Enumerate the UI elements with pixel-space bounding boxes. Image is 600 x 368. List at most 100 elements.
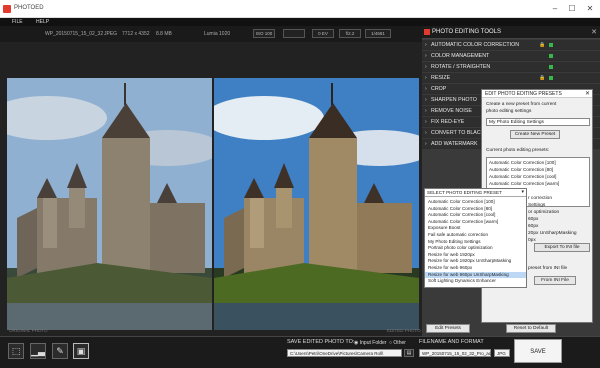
original-photo[interactable]	[7, 78, 212, 330]
preset-dropdown[interactable]: SELECT PHOTO EDITING PRESET ▾ Automatic …	[424, 188, 527, 288]
menu-file[interactable]: FILE	[12, 19, 23, 25]
import-ini-button[interactable]: From INI File	[534, 276, 576, 285]
info-shutter: 1/4681	[365, 29, 391, 38]
dropdown-option[interactable]: My Photo Editing Settings	[425, 239, 526, 245]
tool-item-label: ROTATE / STRAIGHTEN	[431, 64, 491, 70]
export-ini-button[interactable]: Export To INI file	[534, 243, 590, 252]
preset-item[interactable]: Automatic Color Correction [cool]	[489, 174, 556, 179]
tool-item-label: SHARPEN PHOTO	[431, 97, 477, 103]
partial-line: Settings	[528, 203, 546, 208]
info-filename: WP_20150715_15_02_32	[45, 31, 104, 37]
tool-item-label: ADD WATERMARK	[431, 141, 478, 147]
filename-input[interactable]: WP_20150715_15_02_32_Pro_ac	[419, 349, 491, 357]
preset-item[interactable]: Automatic Color Correction [80]	[489, 167, 553, 172]
tool-item[interactable]: › COLOR MANAGEMENT	[422, 51, 600, 61]
lock-icon: 🔒	[539, 75, 546, 81]
radio-input-folder[interactable]: ◉ Input Folder	[354, 340, 386, 346]
preset-dropdown-header-label: SELECT PHOTO EDITING PRESET	[427, 190, 502, 195]
chevron-right-icon: ›	[425, 64, 427, 70]
dialog-close-icon[interactable]: ✕	[585, 90, 590, 97]
preset-name-input[interactable]: My Photo Editing Settings	[486, 118, 590, 126]
chevron-right-icon: ›	[425, 53, 427, 59]
edit-presets-button[interactable]: Edit Presets	[426, 324, 470, 333]
tool-item-label: CROP	[431, 86, 447, 92]
dropdown-option[interactable]: Fail safe automatic correction	[425, 232, 526, 238]
tool-item-label: RESIZE	[431, 75, 451, 81]
info-camera: Lumia 1020	[204, 31, 231, 37]
save-to-label: SAVE EDITED PHOTO TO:	[287, 339, 355, 345]
close-button[interactable]: ✕	[583, 3, 597, 15]
tool-item[interactable]: › ROTATE / STRAIGHTEN	[422, 62, 600, 72]
dropdown-option[interactable]: Resize for web 960px	[425, 265, 526, 271]
chevron-right-icon: ›	[425, 86, 427, 92]
dropdown-option[interactable]: Resize for web 1920px UnSharpMasking	[425, 258, 526, 264]
info-aperture: f/2.2	[339, 29, 361, 38]
radio-other[interactable]: ○ Other	[389, 340, 406, 346]
preset-dropdown-header[interactable]: SELECT PHOTO EDITING PRESET ▾	[425, 189, 526, 197]
reset-default-button[interactable]: Reset to Default	[506, 324, 556, 333]
edited-photo-label: EDITED PHOTO	[387, 328, 421, 333]
photo-info-bar: WP_20150715_15_02_32 JPEG 7712 x 4352 8.…	[0, 26, 422, 42]
dialog-header: EDIT PHOTO EDITING PRESETS ✕	[482, 90, 592, 98]
active-indicator	[549, 65, 553, 69]
dropdown-option[interactable]: Automatic Color Correction [cool]	[425, 212, 526, 218]
info-dimensions: 7712 x 4352	[122, 31, 150, 37]
import-text: preset from INI file	[528, 266, 568, 271]
output-path-input[interactable]: C:\Users\Petri\OneDrive\Pictures\Camera …	[287, 349, 402, 357]
dropdown-option[interactable]: Portrait photo color optimization	[425, 245, 526, 251]
dropdown-option[interactable]: Exposure Boost	[425, 225, 526, 231]
chevron-right-icon: ›	[425, 141, 427, 147]
partial-line: 60px	[528, 224, 539, 229]
dialog-current-label: Current photo editing presets:	[486, 148, 550, 153]
tools-panel-header: PHOTO EDITING TOOLS ✕	[422, 26, 600, 39]
lock-icon: 🔒	[539, 42, 546, 48]
save-button[interactable]: SAVE	[514, 339, 562, 363]
compare-view-icon[interactable]: ▣	[73, 343, 89, 359]
chevron-down-icon: ▾	[521, 189, 524, 195]
info-filesize: 8.8 MB	[156, 31, 172, 37]
chevron-right-icon: ›	[425, 75, 427, 81]
dialog-create-text-1: Create a new preset from current	[486, 102, 557, 107]
tools-panel-close-icon[interactable]: ✕	[591, 28, 597, 36]
partial-line: 60px	[528, 217, 539, 222]
title-bar: PHOTOED – ☐ ✕	[0, 0, 600, 18]
dropdown-option[interactable]: Automatic Color Correction [80]	[425, 206, 526, 212]
tool-item-label: AUTOMATIC COLOR CORRECTION	[431, 42, 520, 48]
photo-compare-area: ORIGINAL PHOTO EDITED PHOTO	[0, 42, 422, 336]
edited-photo[interactable]	[214, 78, 419, 330]
tool-item[interactable]: › RESIZE 🔒	[422, 73, 600, 83]
tool-item-label: COLOR MANAGEMENT	[431, 53, 490, 59]
crop-tool-icon[interactable]: ⬚	[8, 343, 24, 359]
window-title: PHOTOED	[14, 5, 44, 11]
dropdown-option[interactable]: Automatic Color Correction [warm]	[425, 219, 526, 225]
dropdown-option[interactable]: Resize for web 960px UnSharpMasking	[425, 271, 526, 278]
tool-item[interactable]: › AUTOMATIC COLOR CORRECTION 🔒	[422, 40, 600, 50]
radio-other-label: Other	[393, 340, 406, 346]
dropdown-option[interactable]: Resize for web 1920px	[425, 252, 526, 258]
pen-icon[interactable]: ✎	[52, 343, 68, 359]
chevron-right-icon: ›	[425, 108, 427, 114]
radio-input-folder-label: Input Folder	[359, 340, 387, 346]
dropdown-option[interactable]: Automatic Color Correction [100]	[425, 199, 526, 205]
tools-panel-title: PHOTO EDITING TOOLS	[432, 29, 502, 35]
preset-item[interactable]: Automatic Color Correction [warm]	[489, 181, 559, 186]
histogram-icon[interactable]: ▁▃	[30, 343, 46, 359]
maximize-button[interactable]: ☐	[565, 3, 579, 15]
filename-format-label: FILENAME AND FORMAT	[419, 339, 484, 345]
preset-item[interactable]: Automatic Color Correction [100]	[489, 160, 556, 165]
partial-line: r correction	[528, 196, 552, 201]
menu-help[interactable]: HELP	[36, 19, 49, 25]
partial-line: or optimization	[528, 210, 560, 215]
folder-icon[interactable]: ▤	[404, 349, 414, 357]
tool-item-label: FIX RED-EYE	[431, 119, 465, 125]
minimize-button[interactable]: –	[548, 3, 562, 15]
chevron-right-icon: ›	[425, 119, 427, 125]
active-indicator	[549, 76, 553, 80]
partial-line: 20px UnSharpMasking	[528, 231, 577, 236]
original-photo-label: ORIGINAL PHOTO	[9, 328, 48, 333]
info-iso: ISO 100	[253, 29, 275, 38]
info-blank-box	[283, 29, 305, 38]
format-select[interactable]: JPG	[494, 349, 510, 357]
dropdown-option[interactable]: Soft Lighting Dynamics Enhancer	[425, 278, 526, 284]
create-preset-button[interactable]: Create New Preset	[510, 130, 560, 139]
